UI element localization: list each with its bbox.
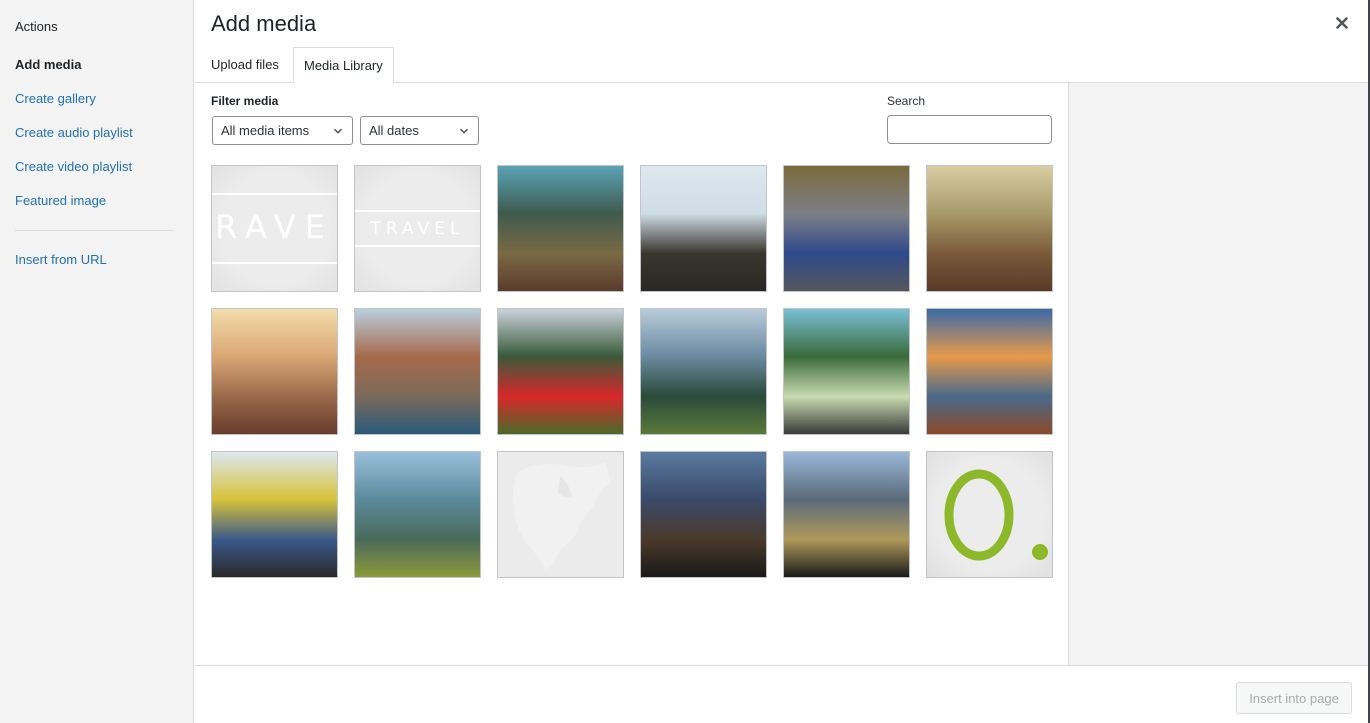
logo-band bbox=[355, 245, 480, 247]
menu-separator bbox=[15, 230, 174, 231]
text-logo-image: RAVE bbox=[212, 166, 337, 291]
attachment-thumbnail[interactable] bbox=[640, 165, 767, 292]
logo-band bbox=[212, 262, 337, 264]
attachment-thumbnail[interactable] bbox=[783, 308, 910, 435]
letter-o-logo bbox=[944, 469, 1048, 561]
photo-image bbox=[498, 309, 623, 434]
close-button[interactable] bbox=[1332, 13, 1352, 33]
photo-image bbox=[784, 452, 909, 577]
tab-media-library[interactable]: Media Library bbox=[293, 47, 394, 83]
media-frame-menu: Actions Add media Create gallery Create … bbox=[0, 0, 194, 723]
attachment-thumbnail[interactable] bbox=[926, 165, 1053, 292]
photo-image bbox=[355, 309, 480, 434]
search-label: Search bbox=[887, 94, 926, 108]
world-map-image bbox=[498, 452, 623, 577]
letter-logo-image bbox=[927, 452, 1052, 577]
attachment-thumbnail[interactable] bbox=[640, 451, 767, 578]
menu-item-insert-from-url[interactable]: Insert from URL bbox=[15, 252, 107, 267]
menu-heading: Actions bbox=[15, 19, 58, 34]
search-input[interactable] bbox=[887, 115, 1052, 144]
attachment-thumbnail[interactable] bbox=[497, 165, 624, 292]
modal-title: Add media bbox=[211, 11, 317, 36]
media-toolbar: Insert into page bbox=[195, 665, 1368, 723]
photo-image bbox=[498, 166, 623, 291]
date-selected: All dates bbox=[369, 123, 419, 138]
attachment-thumbnail[interactable] bbox=[926, 451, 1053, 578]
text-logo-image: TRAVEL bbox=[355, 166, 480, 291]
attachment-details-sidebar bbox=[1068, 83, 1368, 665]
photo-image bbox=[784, 166, 909, 291]
attachment-thumbnail[interactable] bbox=[926, 308, 1053, 435]
photo-image bbox=[355, 452, 480, 577]
media-modal: Add media Upload files Media Library Fil… bbox=[195, 0, 1368, 723]
close-icon bbox=[1336, 17, 1348, 29]
attachment-thumbnail[interactable] bbox=[783, 451, 910, 578]
attachment-thumbnail[interactable] bbox=[211, 451, 338, 578]
attachment-thumbnail[interactable]: RAVE bbox=[211, 165, 338, 292]
attachment-thumbnail[interactable] bbox=[497, 308, 624, 435]
menu-item-featured-image[interactable]: Featured image bbox=[15, 193, 106, 208]
logo-text: TRAVEL bbox=[370, 219, 465, 239]
menu-item-add-media[interactable]: Add media bbox=[15, 57, 81, 72]
chevron-down-icon bbox=[459, 128, 469, 134]
date-select[interactable]: All dates bbox=[360, 116, 479, 145]
photo-image bbox=[784, 309, 909, 434]
menu-item-create-audio-playlist[interactable]: Create audio playlist bbox=[15, 125, 133, 140]
photo-image bbox=[212, 309, 337, 434]
map-continent-shape bbox=[512, 462, 610, 570]
logo-text: RAVE bbox=[215, 208, 334, 246]
tab-upload-files[interactable]: Upload files bbox=[201, 47, 289, 83]
photo-image bbox=[927, 166, 1052, 291]
photo-image bbox=[641, 452, 766, 577]
logo-band bbox=[212, 193, 337, 195]
attachment-thumbnail[interactable] bbox=[497, 451, 624, 578]
attachment-thumbnail[interactable] bbox=[640, 308, 767, 435]
photo-image bbox=[927, 309, 1052, 434]
photo-image bbox=[212, 452, 337, 577]
attachment-thumbnail[interactable]: TRAVEL bbox=[354, 165, 481, 292]
chevron-down-icon bbox=[333, 128, 343, 134]
media-type-select[interactable]: All media items bbox=[212, 116, 353, 145]
attachments-browser: Filter media All media items All dates S… bbox=[195, 83, 1068, 665]
photo-image bbox=[641, 309, 766, 434]
menu-item-create-gallery[interactable]: Create gallery bbox=[15, 91, 96, 106]
logo-band bbox=[355, 210, 480, 212]
filter-media-label: Filter media bbox=[211, 94, 279, 108]
media-type-selected: All media items bbox=[221, 123, 310, 138]
attachment-thumbnail[interactable] bbox=[354, 308, 481, 435]
menu-item-create-video-playlist[interactable]: Create video playlist bbox=[15, 159, 132, 174]
photo-image bbox=[641, 166, 766, 291]
attachment-thumbnail[interactable] bbox=[783, 165, 910, 292]
insert-into-page-button[interactable]: Insert into page bbox=[1236, 682, 1352, 714]
attachment-thumbnail[interactable] bbox=[354, 451, 481, 578]
attachment-thumbnail[interactable] bbox=[211, 308, 338, 435]
